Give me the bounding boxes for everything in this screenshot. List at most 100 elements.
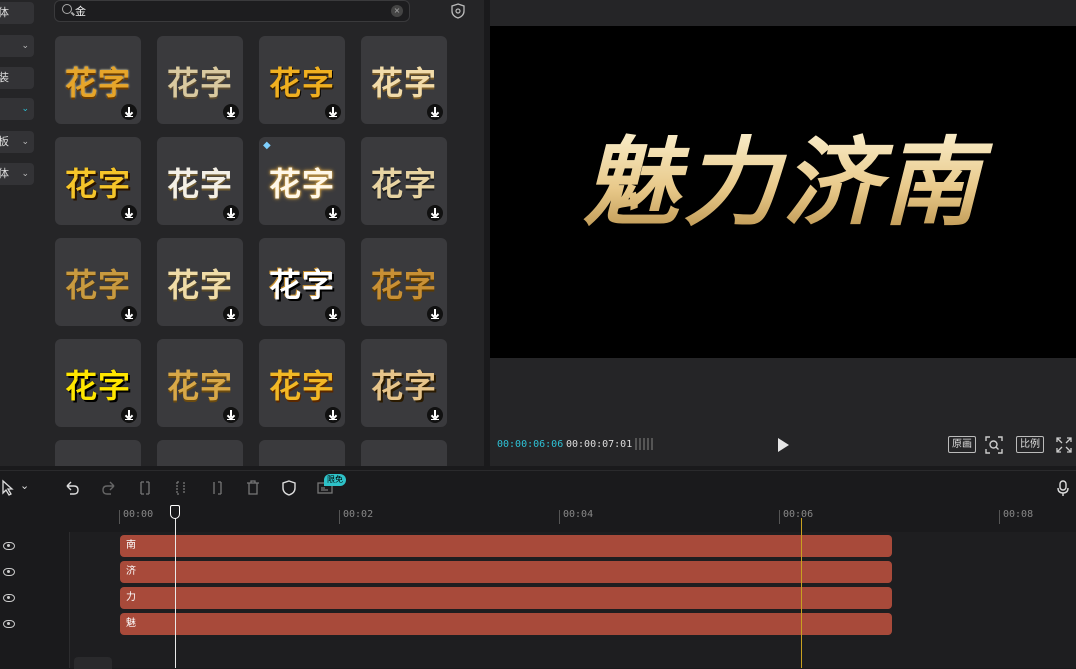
effect-tile[interactable] (259, 440, 345, 466)
visibility-eye-icon[interactable] (3, 620, 15, 628)
trim-left-icon[interactable] (172, 479, 190, 497)
effect-preview-text: 花字 (268, 266, 335, 304)
chevron-down-icon[interactable]: ⌄ (20, 479, 29, 492)
effect-preview-text: 花字 (166, 64, 233, 102)
microphone-icon[interactable] (1054, 479, 1072, 497)
download-icon[interactable] (121, 205, 137, 221)
track-handle[interactable] (74, 657, 112, 669)
download-icon[interactable] (325, 407, 341, 423)
effect-preview-text: 花字 (268, 165, 335, 203)
effect-tile[interactable]: 花字 (55, 238, 141, 326)
download-icon[interactable] (223, 407, 239, 423)
preview-header (490, 0, 1076, 26)
chevron-down-icon: ⌄ (21, 169, 29, 179)
effect-tile[interactable] (55, 440, 141, 466)
effect-tile[interactable]: 花字 (259, 238, 345, 326)
delete-icon[interactable] (244, 479, 262, 497)
category-sidebar: 体 ⌄ 装 ⌄ 板 ⌄ 体 ⌄ (0, 0, 44, 466)
effect-tile[interactable]: 花字 ◆ (259, 137, 345, 225)
text-clip[interactable]: 南 (120, 535, 892, 557)
playhead-handle[interactable] (170, 505, 180, 519)
text-clip[interactable]: 魅 (120, 613, 892, 635)
time-ruler[interactable]: 00:00 00:02 00:04 00:06 00:08 (0, 506, 1076, 526)
sidebar-item-label: 体 (0, 6, 9, 19)
sidebar-item-1[interactable]: ⌄ (0, 35, 34, 57)
download-icon[interactable] (325, 205, 341, 221)
ruler-label: 00:00 (123, 509, 154, 520)
free-badge: 限免 (324, 474, 346, 486)
effect-tile[interactable]: 花字 (361, 238, 447, 326)
effect-tile[interactable]: 花字 (55, 36, 141, 124)
shield-icon[interactable] (280, 479, 298, 497)
download-icon[interactable] (223, 306, 239, 322)
download-icon[interactable] (427, 104, 443, 120)
text-clip[interactable]: 济 (120, 561, 892, 583)
ruler-tick (119, 510, 120, 524)
zoom-fit-icon[interactable] (985, 436, 1003, 454)
effect-tile[interactable]: 花字 (157, 137, 243, 225)
current-timecode: 00:00:06:06 (497, 439, 564, 450)
effect-tile[interactable]: 花字 (361, 36, 447, 124)
download-icon[interactable] (427, 407, 443, 423)
aspect-ratio-button[interactable]: 比例 (1016, 436, 1044, 453)
sidebar-item-5[interactable]: 体 ⌄ (0, 163, 34, 185)
redo-icon[interactable] (100, 479, 118, 497)
ruler-label: 00:04 (563, 509, 594, 520)
download-icon[interactable] (325, 104, 341, 120)
effect-preview-text: 花字 (166, 266, 233, 304)
player-controls: 00:00:06:06 00:00:07:01 原画 比例 (490, 358, 1076, 466)
sidebar-item-0[interactable]: 体 (0, 2, 34, 24)
effect-preview-text: 花字 (370, 165, 437, 203)
download-icon[interactable] (325, 306, 341, 322)
original-quality-button[interactable]: 原画 (948, 436, 976, 453)
fullscreen-icon[interactable] (1055, 436, 1073, 454)
text-effects-panel: × 花字花字花字花字花字花字花字◆花字花字花字花字花字花字花字花字花字 (44, 0, 484, 466)
effect-preview-text: 花字 (64, 165, 131, 203)
effect-tile[interactable]: 花字 (259, 339, 345, 427)
effect-tile[interactable]: 花字 (259, 36, 345, 124)
total-timecode: 00:00:07:01 (566, 439, 633, 450)
effect-tile[interactable]: 花字 (157, 36, 243, 124)
download-icon[interactable] (223, 205, 239, 221)
ruler-tick (779, 510, 780, 524)
sidebar-item-label: 装 (0, 71, 9, 84)
effect-tile[interactable]: 花字 (361, 339, 447, 427)
download-icon[interactable] (427, 306, 443, 322)
visibility-eye-icon[interactable] (3, 542, 15, 550)
trim-right-icon[interactable] (208, 479, 226, 497)
effect-tile[interactable]: 花字 (157, 339, 243, 427)
effect-tile[interactable]: 花字 (157, 238, 243, 326)
sidebar-item-2[interactable]: 装 (0, 67, 34, 89)
ruler-tick (999, 510, 1000, 524)
visibility-eye-icon[interactable] (3, 594, 15, 602)
play-button[interactable] (778, 438, 789, 452)
shield-filter-icon[interactable] (450, 3, 466, 19)
search-input[interactable] (75, 3, 375, 19)
undo-icon[interactable] (63, 479, 81, 497)
download-icon[interactable] (121, 407, 137, 423)
ruler-tick (559, 510, 560, 524)
chevron-down-icon: ⌄ (21, 137, 29, 147)
effect-preview-text: 花字 (268, 64, 335, 102)
effect-tile[interactable] (157, 440, 243, 466)
effect-preview-text: 花字 (64, 64, 131, 102)
download-icon[interactable] (121, 104, 137, 120)
split-icon[interactable] (136, 479, 154, 497)
effect-tile[interactable]: 花字 (55, 339, 141, 427)
clear-icon[interactable]: × (391, 5, 403, 17)
sidebar-item-3[interactable]: ⌄ (0, 98, 34, 120)
download-icon[interactable] (121, 306, 137, 322)
end-marker (801, 518, 802, 668)
effect-tile[interactable] (361, 440, 447, 466)
effect-tile[interactable]: 花字 (55, 137, 141, 225)
visibility-eye-icon[interactable] (3, 568, 15, 576)
sidebar-item-4[interactable]: 板 ⌄ (0, 131, 34, 153)
text-clip[interactable]: 力 (120, 587, 892, 609)
effect-tile[interactable]: 花字 (361, 137, 447, 225)
download-icon[interactable] (427, 205, 443, 221)
download-icon[interactable] (223, 104, 239, 120)
track-headers (0, 532, 70, 668)
waveform-icon[interactable] (634, 436, 656, 452)
select-cursor-icon[interactable] (0, 479, 18, 497)
timeline-toolbar: ⌄ 限免 (0, 470, 1076, 506)
